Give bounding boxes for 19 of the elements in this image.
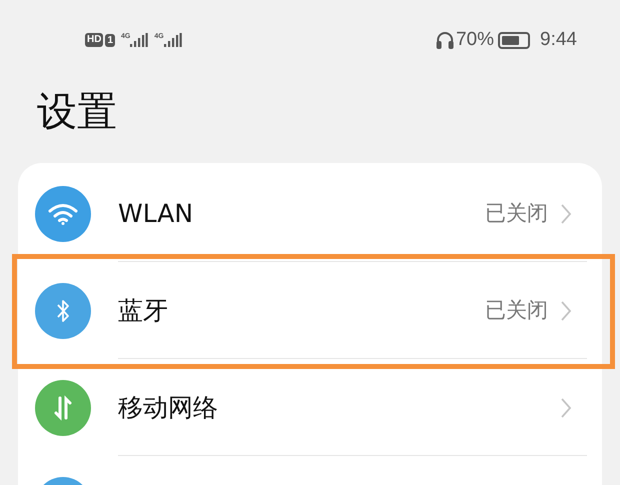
- setting-status: 已关闭: [485, 200, 548, 227]
- chevron-right-icon: [560, 396, 572, 418]
- headphones-icon: [436, 31, 454, 49]
- setting-label: WLAN: [118, 198, 194, 230]
- battery-icon: [498, 32, 530, 48]
- setting-label: 移动网络: [118, 392, 218, 424]
- wifi-icon: [48, 202, 78, 226]
- battery-percent: 70%: [456, 28, 494, 52]
- chevron-right-icon: [560, 202, 572, 224]
- bluetooth-icon: [56, 298, 70, 324]
- hd-badge: HD: [85, 33, 104, 47]
- signal-bars-icon: [130, 33, 148, 47]
- clock-time: 9:44: [540, 28, 577, 52]
- setting-status: 已关闭: [485, 296, 548, 324]
- page-title: 设置: [37, 88, 118, 136]
- sim-badge: 1: [105, 34, 116, 46]
- chevron-right-icon: [560, 300, 572, 322]
- setting-label: 蓝牙: [118, 294, 168, 327]
- signal-bars-icon: [164, 33, 182, 47]
